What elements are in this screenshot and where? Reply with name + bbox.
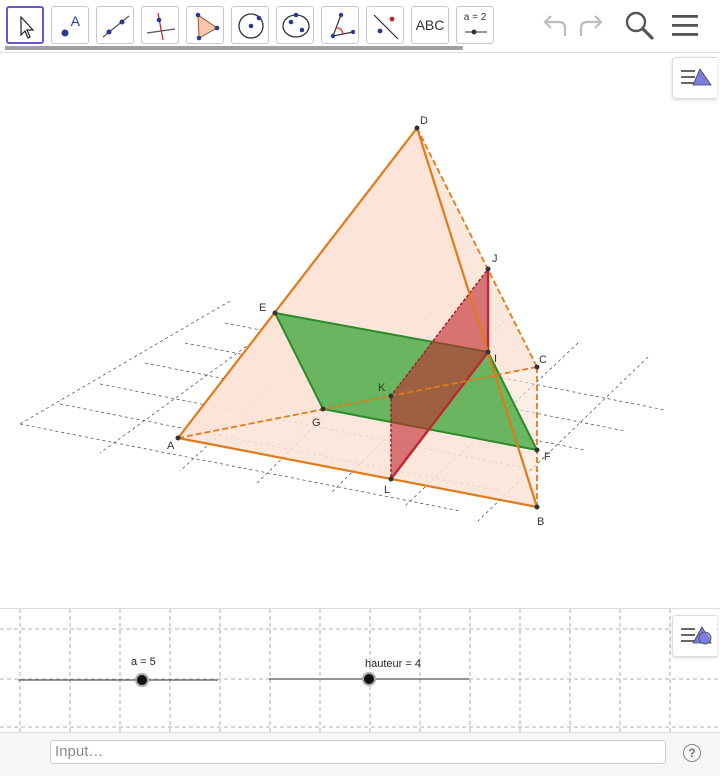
algebra-input[interactable]: Input… — [50, 740, 666, 764]
slider-hauteur-handle[interactable] — [364, 674, 374, 684]
slider-hauteur-label: hauteur = 4 — [365, 658, 421, 670]
redo-button[interactable] — [575, 8, 609, 42]
redo-icon — [579, 15, 603, 36]
perpendicular-icon — [146, 12, 176, 41]
input-bar: Input… ? — [0, 732, 720, 776]
slider-style-bar-toggle[interactable] — [672, 615, 717, 657]
slider-tool-button[interactable]: a = 2 — [456, 6, 494, 44]
point-L[interactable] — [388, 476, 394, 482]
slider-a-handle[interactable] — [137, 675, 147, 685]
slider-canvas: a = 5 hauteur = 4 — [0, 609, 720, 733]
point-B[interactable] — [534, 504, 540, 510]
reflect-icon — [373, 14, 399, 40]
slider-a[interactable] — [18, 673, 218, 687]
search-icon — [625, 11, 654, 40]
text-tool-label: ABC — [415, 17, 445, 33]
point-E[interactable] — [272, 310, 278, 316]
perpendicular-tool-button[interactable] — [141, 6, 179, 44]
point-G[interactable] — [320, 406, 326, 412]
slider-icon — [465, 29, 487, 35]
angle-tool-button[interactable] — [321, 6, 359, 44]
menu-icon — [672, 15, 698, 36]
label-A: A — [167, 440, 175, 452]
line-tool-button[interactable] — [96, 6, 134, 44]
label-K: K — [378, 382, 386, 394]
polygon-icon — [195, 12, 220, 41]
undo-button[interactable] — [537, 8, 571, 42]
slider-a-label: a = 5 — [131, 656, 156, 668]
label-F: F — [544, 451, 551, 463]
circle-icon — [238, 13, 264, 39]
conic-tool-button[interactable] — [276, 6, 314, 44]
label-C: C — [539, 354, 547, 366]
toolbar: A ABC a = 2 — [0, 0, 720, 52]
circle-tool-button[interactable] — [231, 6, 269, 44]
polygon-tool-button[interactable] — [186, 6, 224, 44]
point-A[interactable] — [175, 435, 181, 441]
style-bar-icon — [681, 626, 712, 645]
search-button[interactable] — [622, 8, 656, 42]
move-tool-button[interactable] — [6, 6, 44, 44]
label-B: B — [537, 516, 544, 528]
main-menu-button[interactable] — [669, 8, 703, 42]
geometry-canvas[interactable]: A B C D E F G I J K L — [0, 53, 720, 609]
point-J[interactable] — [485, 266, 491, 272]
point-I[interactable] — [485, 349, 491, 355]
label-L: L — [384, 484, 390, 496]
style-bar-icon — [681, 68, 712, 86]
toolbar-scrollbar[interactable] — [5, 46, 463, 50]
point-F[interactable] — [534, 447, 540, 453]
label-E: E — [259, 302, 266, 314]
help-icon[interactable]: ? — [683, 744, 701, 762]
slider-grid — [0, 609, 720, 733]
ellipse-icon — [282, 12, 310, 38]
text-tool-button[interactable]: ABC — [411, 6, 449, 44]
graphics-view-3d[interactable]: A B C D E F G I J K L — [0, 52, 720, 609]
cursor-icon — [20, 15, 35, 39]
undo-icon — [543, 15, 567, 36]
label-G: G — [312, 417, 321, 429]
reflect-tool-button[interactable] — [366, 6, 404, 44]
graphics-style-bar-toggle[interactable] — [672, 57, 717, 99]
point-K[interactable] — [388, 393, 394, 399]
slider-graphics-view[interactable]: a = 5 hauteur = 4 — [0, 608, 720, 733]
label-D: D — [420, 115, 428, 127]
label-J: J — [492, 253, 498, 265]
line-icon — [102, 15, 130, 38]
slider-hauteur[interactable] — [269, 672, 469, 686]
label-I: I — [494, 353, 497, 365]
point-D[interactable] — [414, 125, 420, 131]
point-tool-button[interactable]: A — [51, 6, 89, 44]
point-tool-label: A — [70, 13, 80, 29]
angle-icon — [330, 12, 356, 39]
